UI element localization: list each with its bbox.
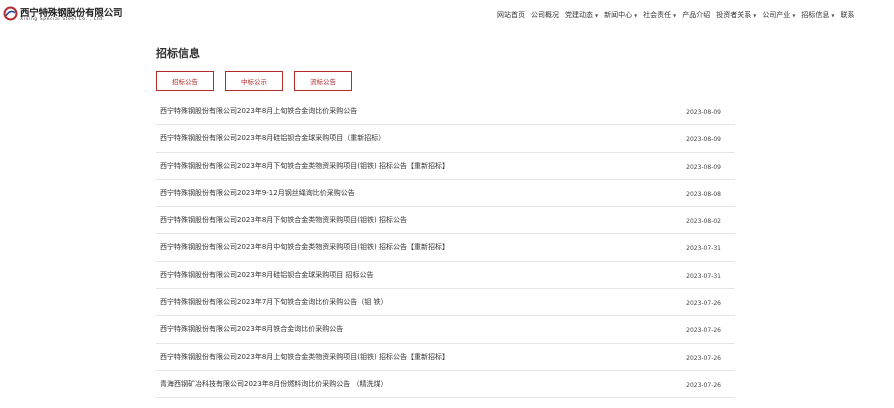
list-item-title[interactable]: 西宁特殊钢股份有限公司2023年8月铁合金询比价采购公告 (160, 324, 343, 334)
list-item-title[interactable]: 西宁特殊钢股份有限公司2023年8月硅铝钡合金球采购项目 招标公告 (160, 270, 374, 280)
nav-item-label: 公司产业 (762, 11, 791, 19)
list-item-title[interactable]: 西宁特殊钢股份有限公司2023年8月上旬铁合金类物资采购项目(钼铁) 招标公告【… (160, 352, 449, 362)
list-item-date: 2023-07-26 (686, 300, 721, 308)
list-item-date: 2023-07-31 (686, 245, 721, 253)
nav-item[interactable]: 投资者关系 ▼ (716, 8, 756, 22)
nav-item-label: 公司概况 (531, 11, 559, 19)
nav-item[interactable]: 党建动态 ▼ (565, 8, 598, 22)
nav-item[interactable]: 社会责任 ▼ (643, 8, 676, 22)
caret-down-icon: ▼ (595, 12, 599, 18)
list-item-date: 2023-08-09 (686, 136, 721, 144)
list-item[interactable]: 西宁特殊钢股份有限公司2023年8月硅铝钡合金球采购项目（重新招标） 2023-0… (156, 125, 735, 153)
list-item[interactable]: 西宁特殊钢股份有限公司2023年8月上旬铁合金询比价采购公告 2023-08-09 (156, 98, 735, 126)
list-item-date: 2023-08-02 (686, 218, 721, 226)
bid-list: 西宁特殊钢股份有限公司2023年8月上旬铁合金询比价采购公告 2023-08-09… (156, 98, 735, 399)
list-item[interactable]: 西宁特殊钢股份有限公司2023年7月下旬铁合金询比价采购公告（钼 铁） 2023-… (156, 289, 735, 317)
caret-down-icon: ▼ (634, 12, 638, 18)
list-item-date: 2023-07-26 (686, 381, 721, 389)
list-item[interactable]: 西宁特殊钢股份有限公司2023年8月上旬铁合金类物资采购项目(钼铁) 招标公告【… (156, 344, 735, 371)
nav-item-label: 投资者关系 (716, 11, 752, 19)
tab-failed-bid-notice[interactable]: 流标公告 (294, 71, 352, 91)
list-item[interactable]: 青海西钢矿冶科技有限公司2023年8月份燃料询比价采购公告 （精洗煤） 2023-… (156, 371, 735, 399)
company-logo[interactable]: 西宁特殊钢股份有限公司 Xining Special Steel Co. , L… (3, 5, 123, 25)
nav-item-label: 联系 (840, 11, 855, 19)
list-item[interactable]: 西宁特殊钢股份有限公司2023年9-12月钢丝绳询比价采购公告 2023-08-0… (156, 180, 735, 208)
list-item-title[interactable]: 西宁特殊钢股份有限公司2023年8月下旬铁合金类物资采购项目(钼铁) 招标公告【… (160, 161, 449, 171)
caret-down-icon: ▼ (753, 12, 757, 18)
caret-down-icon: ▼ (831, 12, 835, 18)
nav-item-label: 党建动态 (565, 11, 593, 19)
list-item-title[interactable]: 西宁特殊钢股份有限公司2023年7月下旬铁合金询比价采购公告（钼 铁） (160, 297, 388, 307)
list-item-date: 2023-07-26 (686, 354, 721, 362)
list-item[interactable]: 西宁特殊钢股份有限公司2023年8月下旬铁合金类物资采购项目(钼铁) 招标公告 2… (156, 207, 735, 235)
nav-item-label: 招标信息 (801, 11, 830, 19)
nav-item-label: 网站首页 (497, 11, 525, 19)
page-title: 招标信息 (156, 47, 200, 60)
nav-item-label: 新闻中心 (604, 11, 633, 19)
nav-item[interactable]: 联系 (840, 8, 854, 22)
nav-item[interactable]: 公司产业 ▼ (762, 8, 795, 22)
nav-item[interactable]: 产品介绍 (682, 8, 710, 22)
list-item[interactable]: 西宁特殊钢股份有限公司2023年8月铁合金询比价采购公告 2023-07-26 (156, 316, 735, 344)
site-header: 西宁特殊钢股份有限公司 Xining Special Steel Co. , L… (0, 0, 894, 28)
nav-item[interactable]: 公司概况 (531, 8, 559, 22)
list-item-title[interactable]: 西宁特殊钢股份有限公司2023年9-12月钢丝绳询比价采购公告 (160, 188, 355, 198)
list-item-date: 2023-07-26 (686, 327, 721, 335)
tab-award-notice[interactable]: 中标公示 (225, 71, 283, 91)
nav-item-label: 社会责任 (643, 11, 672, 19)
list-item-title[interactable]: 西宁特殊钢股份有限公司2023年8月上旬铁合金询比价采购公告 (160, 106, 357, 116)
bid-category-tabs: 招标公告 中标公示 流标公告 (156, 71, 363, 91)
list-item[interactable]: 西宁特殊钢股份有限公司2023年8月硅铝钡合金球采购项目 招标公告 2023-07… (156, 262, 735, 290)
nav-item[interactable]: 新闻中心 ▼ (604, 8, 637, 22)
list-item[interactable]: 西宁特殊钢股份有限公司2023年8月下旬铁合金类物资采购项目(钼铁) 招标公告【… (156, 153, 735, 180)
list-item-title[interactable]: 西宁特殊钢股份有限公司2023年8月下旬铁合金类物资采购项目(钼铁) 招标公告 (160, 215, 407, 225)
caret-down-icon: ▼ (673, 12, 677, 18)
tab-bid-announcement[interactable]: 招标公告 (156, 71, 214, 91)
list-item-title[interactable]: 青海西钢矿冶科技有限公司2023年8月份燃料询比价采购公告 （精洗煤） (160, 379, 388, 389)
list-item-date: 2023-08-09 (686, 109, 721, 116)
nav-item-label: 产品介绍 (682, 11, 711, 19)
list-item[interactable]: 西宁特殊钢股份有限公司2023年8月中旬铁合金类物资采购项目(钼铁) 招标公告【… (156, 234, 735, 262)
list-item-title[interactable]: 西宁特殊钢股份有限公司2023年8月硅铝钡合金球采购项目（重新招标） (160, 133, 385, 143)
list-item-title[interactable]: 西宁特殊钢股份有限公司2023年8月中旬铁合金类物资采购项目(钼铁) 招标公告【… (160, 242, 449, 252)
list-item-date: 2023-08-09 (686, 163, 721, 171)
logo-name-en: Xining Special Steel Co. , Ltd. (20, 17, 105, 22)
logo-emblem-icon (3, 6, 18, 21)
list-item-date: 2023-08-08 (686, 190, 721, 198)
nav-item[interactable]: 招标信息 ▼ (801, 8, 834, 22)
main-nav: 网站首页 公司概况 党建动态 ▼ 新闻中心 ▼ 社会责任 ▼ 产品介绍 投资者关系 ▼ 公司产业 ▼ 招标… (497, 8, 860, 22)
caret-down-icon: ▼ (792, 12, 796, 18)
nav-item[interactable]: 网站首页 (497, 8, 525, 22)
list-item-date: 2023-07-31 (686, 272, 721, 280)
